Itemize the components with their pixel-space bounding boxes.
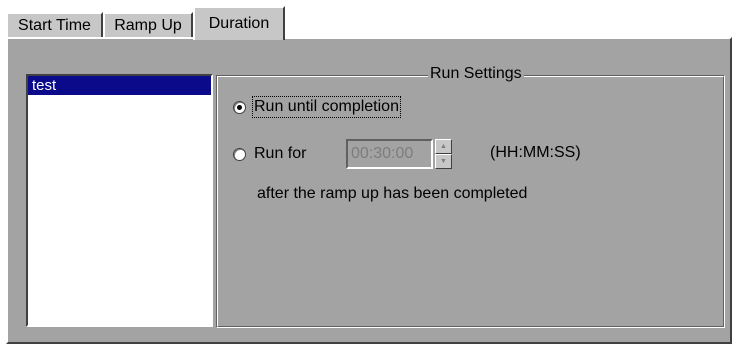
radio-checked-icon[interactable]	[233, 100, 246, 114]
tab-duration[interactable]: Duration	[193, 6, 285, 40]
run-until-completion-option[interactable]: Run until completion	[233, 96, 401, 118]
duration-format-label: (HH:MM:SS)	[490, 144, 581, 161]
run-settings-title: Run Settings	[428, 64, 524, 84]
duration-spinner[interactable]: ▲ ▼	[435, 139, 452, 169]
spin-down-icon[interactable]: ▼	[435, 154, 452, 169]
tab-start-time[interactable]: Start Time	[6, 12, 103, 38]
run-settings-group: Run Settings Run until completion Run fo…	[216, 64, 725, 328]
tab-bar: Start Time Ramp Up Duration	[6, 4, 732, 40]
radio-unchecked-icon[interactable]	[233, 147, 246, 161]
after-ramp-up-text: after the ramp up has been completed	[257, 185, 528, 202]
list-item[interactable]: test	[28, 76, 211, 95]
duration-time-input[interactable]: 00:30:00	[346, 139, 433, 169]
group-list[interactable]: test	[26, 74, 213, 327]
spin-up-icon[interactable]: ▲	[435, 139, 452, 154]
run-for-option[interactable]: Run for	[233, 145, 306, 163]
run-for-label[interactable]: Run for	[254, 145, 306, 163]
tab-ramp-up[interactable]: Ramp Up	[103, 12, 193, 38]
run-until-completion-label[interactable]: Run until completion	[252, 96, 401, 118]
duration-panel: test Run Settings Run until completion R…	[6, 37, 732, 344]
